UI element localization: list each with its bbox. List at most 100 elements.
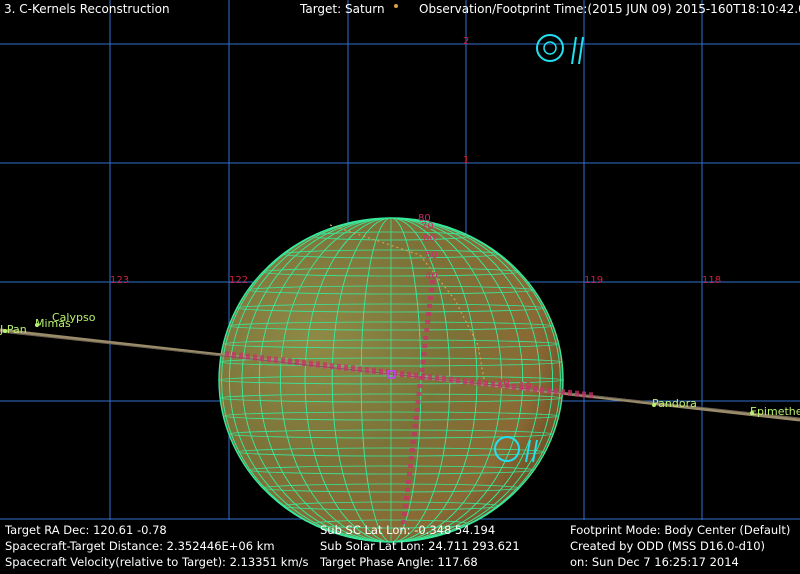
footprint-marker bbox=[309, 360, 313, 367]
footprint-marker bbox=[470, 378, 474, 385]
latitude-label: 40 bbox=[425, 271, 438, 282]
footprint-marker bbox=[589, 392, 593, 399]
sun-marker bbox=[394, 4, 398, 8]
target-name: Target: Saturn bbox=[300, 2, 385, 16]
plot-viewport: 123 122 119 118 2 1 80 70 60 50 40 10 20… bbox=[0, 0, 800, 570]
footer-col-3: Footprint Mode: Body Center (Default) Cr… bbox=[570, 522, 790, 570]
footprint-marker bbox=[274, 356, 278, 363]
sky-plot: 123 122 119 118 2 1 80 70 60 50 40 10 20… bbox=[0, 0, 800, 543]
footprint-marker bbox=[540, 386, 544, 393]
footprint-marker bbox=[407, 464, 413, 468]
footprint-marker bbox=[575, 390, 579, 397]
footprint-marker bbox=[554, 388, 558, 395]
footprint-marker bbox=[428, 374, 432, 381]
footprint-marker bbox=[239, 352, 243, 359]
footprint-marker bbox=[409, 448, 415, 452]
footprint-marker bbox=[411, 432, 417, 436]
footprint-marker bbox=[402, 512, 408, 516]
footprint-marker bbox=[372, 367, 376, 374]
footprint-marker bbox=[414, 408, 420, 412]
footprint-marker bbox=[547, 387, 551, 394]
footprint-marker bbox=[512, 383, 516, 390]
footprint-marker bbox=[406, 472, 412, 476]
footprint-marker bbox=[484, 380, 488, 387]
spacecraft-velocity: Spacecraft Velocity(relative to Target):… bbox=[5, 555, 309, 569]
footprint-marker bbox=[365, 367, 369, 374]
footprint-marker bbox=[344, 364, 348, 371]
target-ra-dec: Target RA Dec: 120.61 -0.78 bbox=[5, 523, 167, 537]
footprint-marker bbox=[424, 328, 430, 332]
spacecraft-target-distance: Spacecraft-Target Distance: 2.352446E+06… bbox=[5, 539, 275, 553]
latitude-label: 70 bbox=[421, 221, 434, 232]
footprint-marker bbox=[463, 378, 467, 385]
target-phase-angle: Target Phase Angle: 117.68 bbox=[320, 555, 478, 569]
footprint-marker bbox=[428, 296, 434, 300]
footprint-marker bbox=[337, 363, 341, 370]
latitude-label: 60 bbox=[423, 233, 436, 244]
footprint-marker bbox=[288, 358, 292, 365]
footprint-marker bbox=[420, 360, 426, 364]
ra-label: 119 bbox=[584, 275, 603, 286]
footprint-marker bbox=[281, 357, 285, 364]
footprint-marker bbox=[425, 320, 431, 324]
footprint-marker bbox=[449, 376, 453, 383]
ra-label: 118 bbox=[702, 275, 721, 286]
footprint-marker bbox=[246, 353, 250, 360]
footprint-marker bbox=[232, 352, 236, 359]
footprint-marker bbox=[253, 354, 257, 361]
footprint-marker bbox=[477, 379, 481, 386]
window-title: 3. C-Kernels Reconstruction bbox=[4, 2, 170, 16]
latitude-label: 20 bbox=[497, 378, 510, 389]
footprint-marker bbox=[417, 384, 423, 388]
latitude-label: 10 bbox=[519, 381, 532, 392]
footprint-marker bbox=[358, 366, 362, 373]
moon-label: J-Pan bbox=[0, 323, 27, 336]
footprint-marker bbox=[330, 363, 334, 370]
moon-label: Epimetheus bbox=[750, 405, 800, 418]
footprint-marker bbox=[323, 362, 327, 369]
footprint-marker bbox=[415, 400, 421, 404]
footprint-marker bbox=[561, 389, 565, 396]
footprint-marker bbox=[413, 416, 419, 420]
footprint-marker bbox=[407, 371, 411, 378]
footprint-marker bbox=[302, 359, 306, 366]
footprint-marker bbox=[416, 392, 422, 396]
created-on: on: Sun Dec 7 16:25:17 2014 bbox=[570, 555, 739, 569]
footprint-mode: Footprint Mode: Body Center (Default) bbox=[570, 523, 791, 537]
ra-label: 123 bbox=[110, 275, 129, 286]
footprint-marker bbox=[400, 371, 404, 377]
footprint-marker bbox=[295, 359, 299, 366]
footprint-marker bbox=[412, 424, 418, 428]
footprint-marker bbox=[442, 375, 446, 382]
footprint-marker bbox=[419, 368, 425, 372]
footprint-marker bbox=[456, 377, 460, 384]
footprint-marker bbox=[414, 372, 418, 379]
footprint-marker bbox=[351, 365, 355, 372]
footprint-marker bbox=[260, 355, 264, 362]
moon-label: Pandora bbox=[652, 397, 697, 410]
footprint-marker bbox=[568, 389, 572, 396]
dec-label: 1 bbox=[463, 155, 469, 166]
footprint-marker bbox=[316, 361, 320, 368]
footprint-marker bbox=[405, 488, 411, 492]
sub-solar-lat-lon: Sub Solar Lat Lon: 24.711 293.621 bbox=[320, 539, 520, 553]
footprint-marker bbox=[427, 304, 433, 308]
footprint-marker bbox=[410, 440, 416, 444]
footprint-marker bbox=[267, 356, 271, 363]
latitude-label: 50 bbox=[425, 250, 438, 261]
footprint-marker bbox=[421, 352, 427, 356]
footprint-marker bbox=[225, 351, 229, 358]
footprint-marker bbox=[491, 381, 495, 388]
footer-col-2: Sub SC Lat Lon: -0.348 54.194 Sub Solar … bbox=[320, 522, 520, 570]
created-by: Created by ODD (MSS D16.0-d10) bbox=[570, 539, 766, 553]
spacecraft-icon bbox=[536, 34, 584, 65]
footprint-marker bbox=[406, 480, 411, 484]
footprint-marker bbox=[404, 496, 410, 500]
observation-time: Observation/Footprint Time:(2015 JUN 09)… bbox=[419, 2, 800, 16]
footprint-marker bbox=[426, 312, 432, 316]
footprint-marker bbox=[435, 374, 439, 381]
saturn-body bbox=[218, 217, 564, 543]
sub-sc-lat-lon: Sub SC Lat Lon: -0.348 54.194 bbox=[320, 523, 496, 537]
footprint-marker bbox=[418, 376, 424, 380]
footprint-marker bbox=[429, 288, 435, 292]
